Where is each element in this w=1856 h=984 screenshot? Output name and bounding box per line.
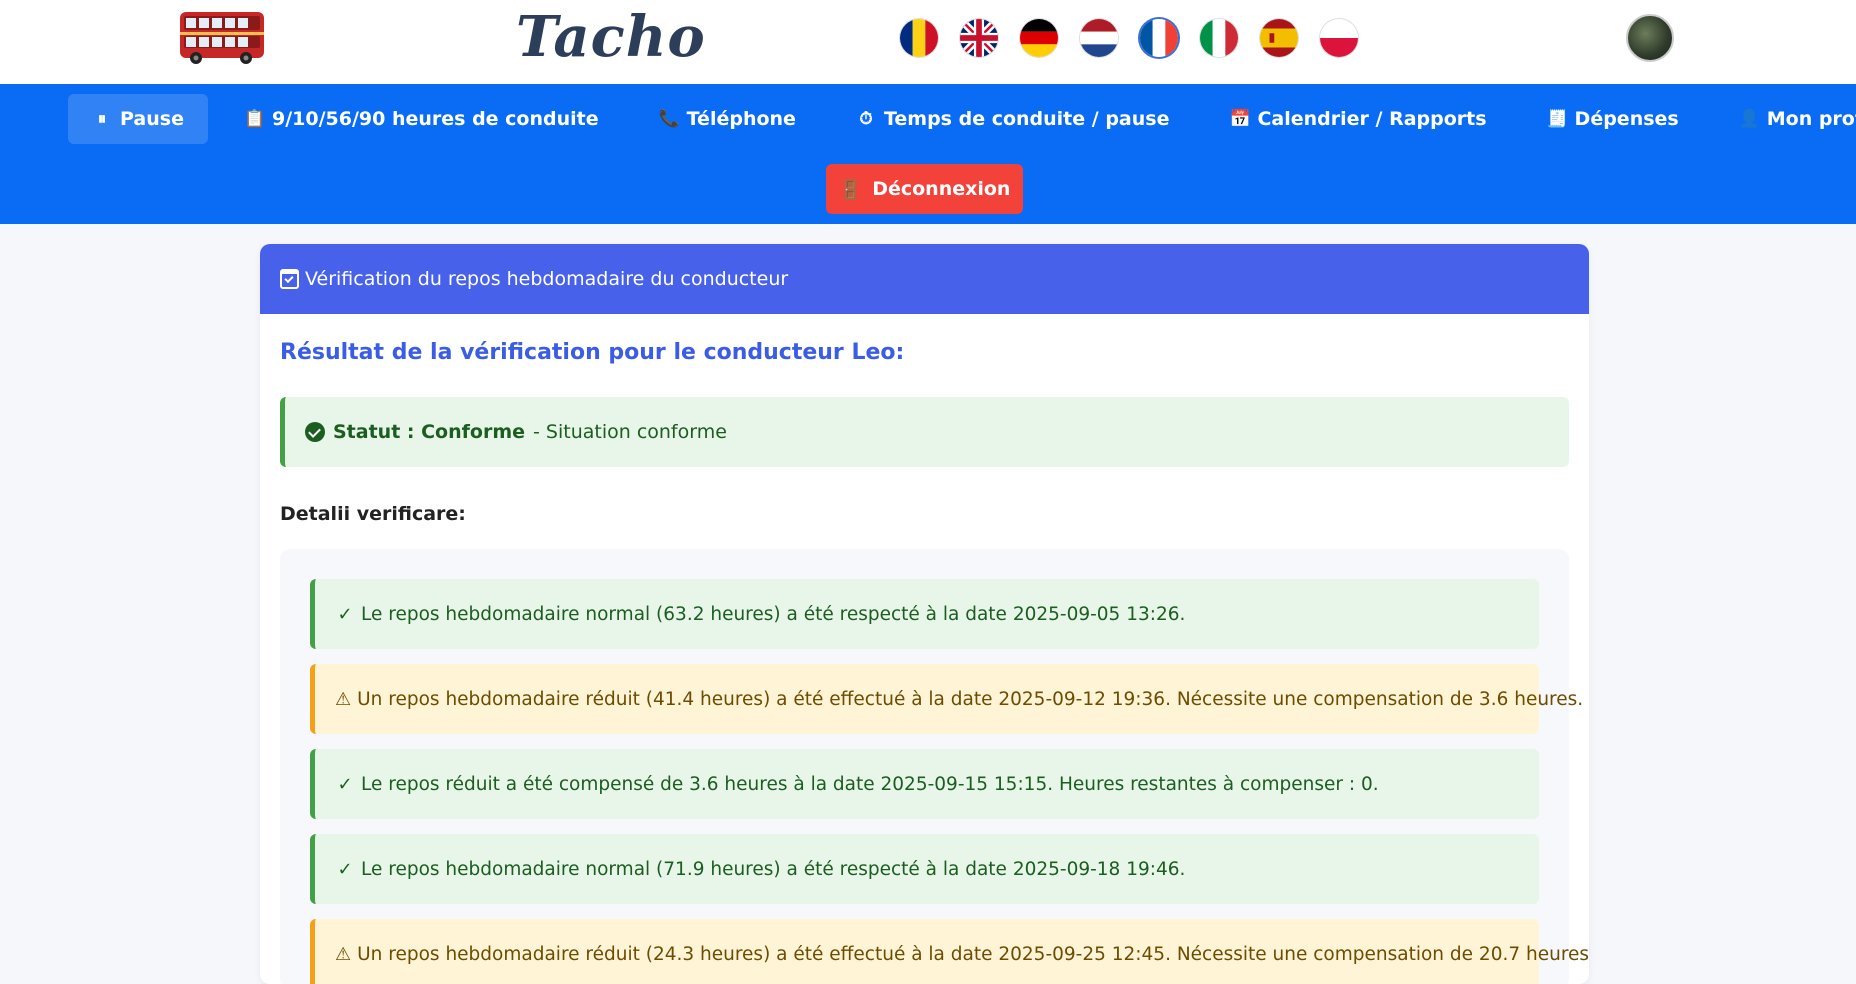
- calendar-icon: 📅: [1229, 109, 1251, 129]
- flag-italy-icon[interactable]: [1200, 19, 1238, 57]
- top-header: Tacho: [0, 0, 1856, 84]
- warning-icon: ⚠: [335, 943, 352, 965]
- list-item: ✓ Le repos hebdomadaire normal (63.2 heu…: [310, 579, 1539, 649]
- list-item: ✓ Le repos hebdomadaire normal (71.9 heu…: [310, 834, 1539, 904]
- bus-logo[interactable]: [176, 6, 268, 66]
- clipboard-icon: 📋: [243, 109, 266, 129]
- list-item: ⚠ Un repos hebdomadaire réduit (41.4 heu…: [310, 664, 1583, 734]
- result-title: Résultat de la vérification pour le cond…: [280, 340, 905, 365]
- card-title: Vérification du repos hebdomadaire du co…: [305, 268, 789, 290]
- flag-netherlands-icon[interactable]: [1080, 19, 1118, 57]
- details-title: Detalii verificare:: [280, 503, 466, 525]
- nav-item-label: 9/10/56/90 heures de conduite: [271, 108, 599, 130]
- pause-icon: ⏸: [97, 109, 107, 129]
- nav-item-label: Mon profil: [1766, 108, 1856, 130]
- list-item-text: Un repos hebdomadaire réduit (41.4 heure…: [357, 688, 1584, 710]
- logout-label: Déconnexion: [872, 178, 1011, 200]
- brand-title[interactable]: Tacho: [516, 4, 706, 70]
- flag-germany-icon[interactable]: [1020, 19, 1058, 57]
- details-list: ✓ Le repos hebdomadaire normal (63.2 heu…: [280, 549, 1589, 984]
- language-selector: [900, 19, 1358, 57]
- list-item-text: Le repos hebdomadaire normal (71.9 heure…: [361, 858, 1186, 880]
- list-item-text: Un repos hebdomadaire réduit (24.3 heure…: [357, 943, 1589, 965]
- phone-icon: 📞: [658, 109, 680, 129]
- flag-france-icon[interactable]: [1140, 19, 1178, 57]
- logout-button[interactable]: 🚪 Déconnexion: [826, 164, 1023, 214]
- nav-item-driving-time[interactable]: ⏱ Temps de conduite / pause: [832, 94, 1194, 144]
- nav-item-pause[interactable]: ⏸ Pause: [68, 94, 208, 144]
- nav-item-label: Téléphone: [686, 108, 796, 130]
- warning-icon: ⚠: [335, 688, 352, 710]
- nav-item-label: Temps de conduite / pause: [883, 108, 1170, 130]
- check-circle-icon: [305, 422, 325, 442]
- flag-spain-icon[interactable]: [1260, 19, 1298, 57]
- status-text: - Situation conforme: [533, 421, 727, 443]
- check-icon: ✓: [337, 858, 353, 880]
- status-banner: Statut : Conforme - Situation conforme: [280, 397, 1569, 467]
- nav-item-calendar[interactable]: 📅 Calendrier / Rapports: [1205, 94, 1510, 144]
- nav-item-expenses[interactable]: 🧾 Dépenses: [1523, 94, 1703, 144]
- user-avatar[interactable]: [1626, 14, 1674, 62]
- list-item-text: Le repos réduit a été compensé de 3.6 he…: [361, 773, 1379, 795]
- user-icon: 👤: [1738, 109, 1760, 129]
- nav-item-label: Dépenses: [1574, 108, 1679, 130]
- weekly-rest-card: Vérification du repos hebdomadaire du co…: [260, 244, 1589, 984]
- nav-item-label: Calendrier / Rapports: [1257, 108, 1487, 130]
- nav-item-driving-hours[interactable]: 📋 9/10/56/90 heures de conduite: [220, 94, 623, 144]
- status-label: Statut : Conforme: [333, 421, 526, 443]
- nav-item-profile[interactable]: 👤 Mon profil: [1715, 94, 1856, 144]
- check-icon: ✓: [337, 603, 353, 625]
- door-icon: 🚪: [838, 178, 863, 201]
- calendar-check-icon: [280, 269, 299, 289]
- nav-item-telephone[interactable]: 📞 Téléphone: [635, 94, 820, 144]
- flag-uk-icon[interactable]: [960, 19, 998, 57]
- receipt-icon: 🧾: [1546, 109, 1568, 129]
- nav-item-label: Pause: [120, 108, 184, 130]
- stopwatch-icon: ⏱: [859, 109, 873, 129]
- check-icon: ✓: [337, 773, 353, 795]
- list-item: ⚠ Un repos hebdomadaire réduit (24.3 heu…: [310, 919, 1589, 984]
- card-header: Vérification du repos hebdomadaire du co…: [260, 244, 1589, 314]
- list-item-text: Le repos hebdomadaire normal (63.2 heure…: [361, 603, 1186, 625]
- list-item: ✓ Le repos réduit a été compensé de 3.6 …: [310, 749, 1539, 819]
- flag-romania-icon[interactable]: [900, 19, 938, 57]
- flag-poland-icon[interactable]: [1320, 19, 1358, 57]
